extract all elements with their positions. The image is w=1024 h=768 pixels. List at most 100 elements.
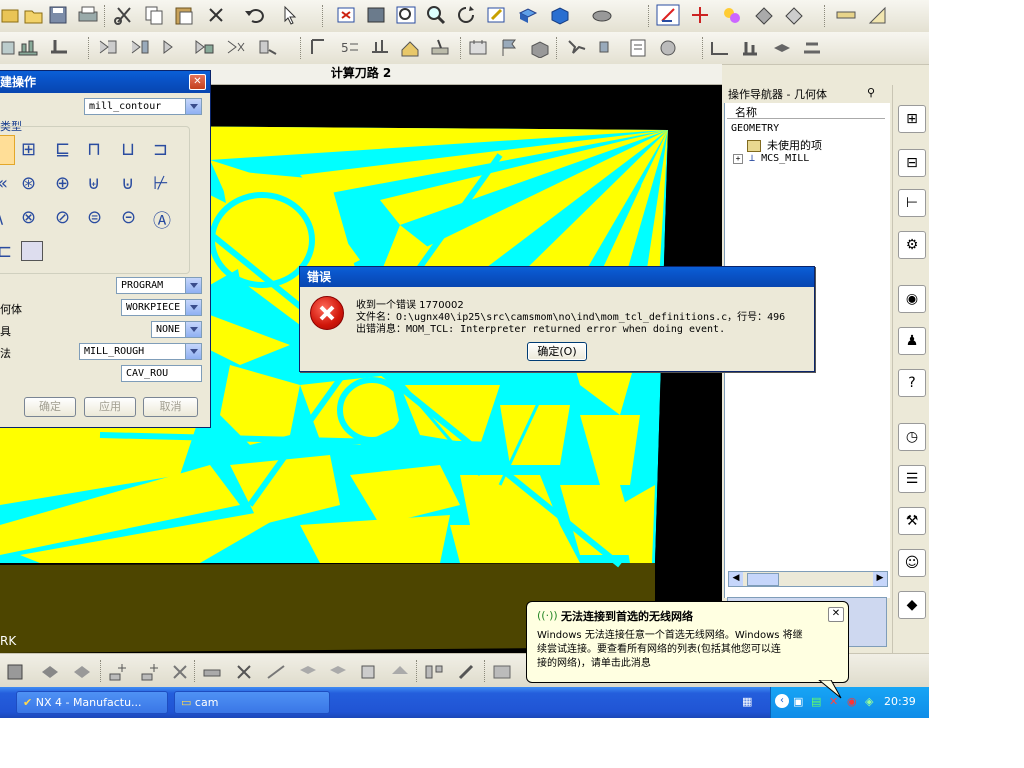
delete-icon[interactable] bbox=[204, 4, 228, 26]
clock[interactable]: 20:39 bbox=[884, 695, 916, 708]
machine-navigator-tab-icon[interactable]: ⊟ bbox=[898, 149, 926, 177]
orient-view-icon[interactable] bbox=[590, 4, 614, 26]
expand-icon[interactable]: + bbox=[733, 154, 743, 164]
show-hide-icon[interactable] bbox=[782, 4, 806, 26]
assembly-icon[interactable] bbox=[70, 660, 94, 682]
block-icon[interactable] bbox=[528, 36, 552, 58]
apply-button[interactable]: 应用 bbox=[84, 397, 136, 417]
flowcut-icon[interactable]: ⊬ bbox=[153, 173, 169, 194]
corner-rough-icon[interactable]: ⊑ bbox=[55, 139, 70, 160]
copy-icon[interactable] bbox=[142, 4, 166, 26]
close-icon[interactable]: ✕ bbox=[828, 607, 844, 622]
generate-icon[interactable] bbox=[256, 36, 280, 58]
list-toolpath-icon[interactable]: 5 bbox=[338, 36, 362, 58]
undo-icon[interactable] bbox=[242, 4, 266, 26]
wcs-icon[interactable] bbox=[656, 4, 680, 26]
verify-icon[interactable] bbox=[368, 36, 392, 58]
create-geometry-icon[interactable] bbox=[48, 36, 72, 58]
layer-settings-icon[interactable] bbox=[4, 660, 28, 682]
zoom-window-icon[interactable] bbox=[364, 4, 388, 26]
cam-tab-icon[interactable]: ⚙ bbox=[898, 231, 926, 259]
web-browser-tab-icon[interactable]: ◉ bbox=[898, 285, 926, 313]
process-tab-icon[interactable]: ⚒ bbox=[898, 507, 926, 535]
navigator-hscrollbar[interactable]: ◀ ▶ bbox=[728, 571, 888, 587]
streamline-icon[interactable]: ⊎ bbox=[87, 173, 100, 194]
open-file-icon[interactable] bbox=[0, 4, 24, 26]
tool-select[interactable]: NONE bbox=[151, 321, 202, 338]
cancel-button[interactable]: 取消 bbox=[143, 397, 198, 417]
exploded-view-icon[interactable] bbox=[356, 660, 380, 682]
antivirus-icon[interactable]: ◉ bbox=[847, 695, 857, 708]
geometry-select[interactable]: WORKPIECE bbox=[121, 299, 202, 316]
chevron-down-icon[interactable] bbox=[185, 278, 201, 293]
scroll-thumb[interactable] bbox=[747, 573, 779, 586]
shaded-view-icon[interactable] bbox=[516, 4, 540, 26]
wireless-balloon[interactable]: ((·)) 无法连接到首选的无线网络 ✕ Windows 无法连接任意一个首选无… bbox=[526, 601, 849, 699]
part-navigator-icon[interactable] bbox=[38, 660, 62, 682]
scroll-right-button[interactable]: ▶ bbox=[873, 572, 887, 586]
training-tab-icon[interactable]: ♟ bbox=[898, 327, 926, 355]
group-icon[interactable] bbox=[770, 36, 794, 58]
weight-icon[interactable] bbox=[490, 660, 514, 682]
shop-doc-icon[interactable] bbox=[466, 36, 490, 58]
substitute-icon[interactable] bbox=[296, 660, 320, 682]
sequence-icon[interactable] bbox=[800, 36, 824, 58]
save-icon[interactable] bbox=[46, 4, 70, 26]
tree-item-geometry[interactable]: GEOMETRY bbox=[731, 123, 779, 134]
zlevel-corner-icon[interactable]: ⊐ bbox=[153, 139, 168, 160]
blank-icon[interactable] bbox=[752, 4, 776, 26]
chevron-down-icon[interactable] bbox=[185, 344, 201, 359]
mate-component-icon[interactable] bbox=[168, 660, 192, 682]
display-object-icon[interactable] bbox=[656, 36, 680, 58]
history-tab-icon[interactable]: ◷ bbox=[898, 423, 926, 451]
create-component-icon[interactable] bbox=[138, 660, 162, 682]
flowcut-single-icon[interactable]: \ bbox=[0, 207, 3, 228]
method-view-icon[interactable] bbox=[192, 36, 216, 58]
rotate-icon[interactable] bbox=[454, 4, 478, 26]
edit-object-icon[interactable] bbox=[564, 36, 588, 58]
wave-link-icon[interactable] bbox=[422, 660, 446, 682]
palette-tab-icon[interactable]: ◆ bbox=[898, 591, 926, 619]
open-folder-icon[interactable] bbox=[22, 4, 46, 26]
subtype-select[interactable]: mill_contour bbox=[84, 98, 202, 115]
task-cam-folder[interactable]: ▭ cam bbox=[174, 691, 330, 714]
plunge-mill-icon[interactable]: ⊞ bbox=[21, 139, 36, 160]
gouge-check-icon[interactable] bbox=[398, 36, 422, 58]
show-hidden-icons-icon[interactable]: ‹ bbox=[775, 694, 789, 708]
ok-button[interactable]: 确定 bbox=[24, 397, 76, 417]
flowcut-multiple-icon[interactable]: ⊗ bbox=[21, 207, 36, 228]
cut-icon[interactable] bbox=[112, 4, 136, 26]
solid-profile-icon[interactable]: ⊝ bbox=[121, 207, 136, 228]
help-tab-icon[interactable]: ? bbox=[898, 369, 926, 397]
reposition-icon[interactable] bbox=[200, 660, 224, 682]
list-tab-icon[interactable]: ☰ bbox=[898, 465, 926, 493]
pan-icon[interactable] bbox=[484, 4, 508, 26]
print-icon[interactable] bbox=[76, 4, 100, 26]
security-shield-icon[interactable]: ◈ bbox=[865, 695, 873, 708]
mirror-icon[interactable] bbox=[264, 660, 288, 682]
tree-item-mcs-mill[interactable]: + ⊥ MCS_MILL bbox=[733, 153, 809, 164]
flowcut-ref-tool-icon[interactable]: ⊘ bbox=[55, 207, 70, 228]
tool-tab-icon[interactable]: ⊢ bbox=[898, 189, 926, 217]
cut-object-icon[interactable] bbox=[596, 36, 620, 58]
rest-milling-icon[interactable]: ⊓ bbox=[87, 139, 101, 160]
chevron-down-icon[interactable] bbox=[185, 322, 201, 337]
zoom-icon[interactable] bbox=[394, 4, 418, 26]
transform-icon[interactable] bbox=[738, 36, 762, 58]
operation-navigator-tab-icon[interactable]: ⊞ bbox=[898, 105, 926, 133]
name-input[interactable]: CAV_ROU bbox=[121, 365, 202, 382]
program-view-icon[interactable] bbox=[96, 36, 120, 58]
fit-view-icon[interactable] bbox=[334, 4, 358, 26]
info-object-icon[interactable] bbox=[626, 36, 650, 58]
magnify-icon[interactable] bbox=[424, 4, 448, 26]
render-style-icon[interactable] bbox=[548, 4, 572, 26]
keyboard-icon[interactable]: ▦ bbox=[742, 695, 752, 708]
network-icon[interactable]: ▣ bbox=[793, 695, 803, 708]
feeds-speeds-icon[interactable] bbox=[708, 36, 732, 58]
create-tool-icon[interactable] bbox=[16, 36, 40, 58]
planar-text-icon[interactable]: Ⓐ bbox=[153, 207, 171, 233]
cut-method-icon[interactable] bbox=[224, 36, 248, 58]
tree-item-unused[interactable]: 未使用的项 bbox=[747, 137, 822, 153]
sequence-view-icon[interactable] bbox=[388, 660, 412, 682]
geometry-view-icon[interactable] bbox=[160, 36, 184, 58]
